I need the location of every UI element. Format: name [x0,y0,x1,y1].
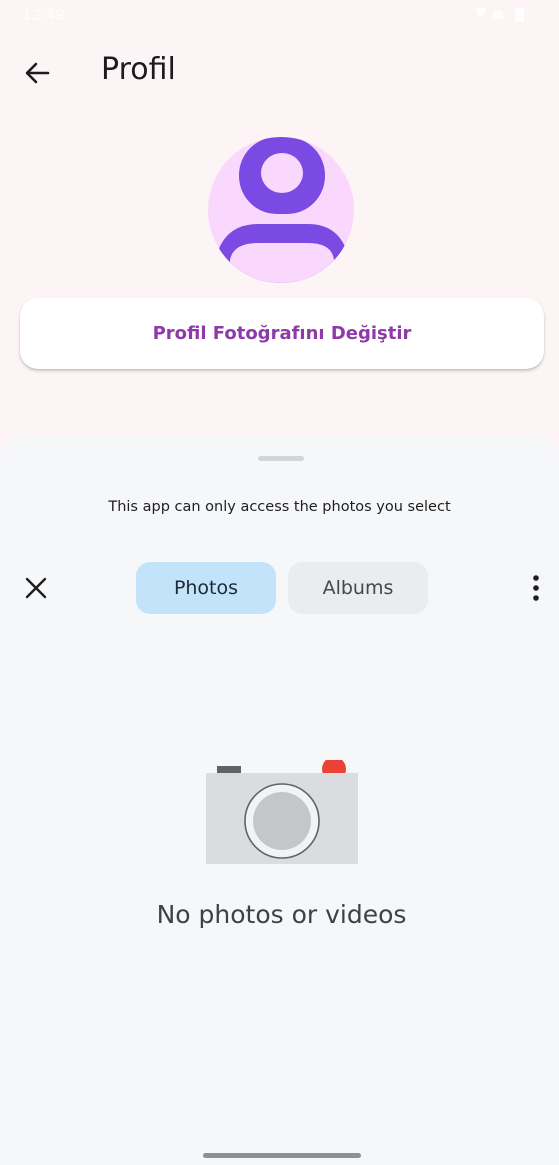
empty-state-text: No photos or videos [156,900,407,929]
tab-albums[interactable]: Albums [288,562,428,614]
close-button[interactable] [18,570,54,606]
profile-avatar [208,137,354,283]
page-title: Profil [101,52,176,87]
change-profile-photo-button[interactable]: Profil Fotoğrafını Değiştir [20,298,544,369]
gesture-navigation-bar[interactable] [203,1153,361,1158]
status-icons [469,6,529,24]
status-time: 12:49 [22,6,66,24]
back-button[interactable] [18,54,56,92]
tab-photos[interactable]: Photos [136,562,276,614]
camera-icon [205,757,361,870]
status-bar: 12:49 [0,0,559,32]
change-profile-photo-label: Profil Fotoğrafını Değiştir [152,323,412,344]
photo-picker-sheet: This app can only access the photos you … [0,436,559,1165]
more-options-button[interactable] [520,570,552,606]
access-notice: This app can only access the photos you … [108,499,451,515]
app-bar: Profil [0,40,559,104]
drag-handle[interactable] [258,456,304,461]
